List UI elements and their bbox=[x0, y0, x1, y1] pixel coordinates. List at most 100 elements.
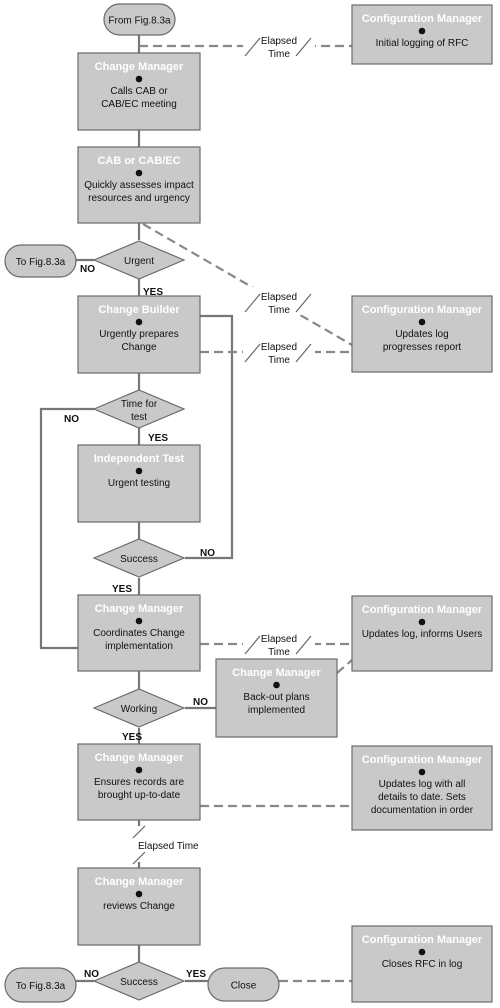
elapsed-time-marker: Elapsed Time bbox=[132, 825, 199, 865]
no-branch-label: NO bbox=[64, 414, 79, 425]
process-indtest: Independent Test Urgent testing bbox=[77, 444, 201, 523]
elapsed-time-marker: Elapsed Time bbox=[243, 31, 315, 60]
bullet-icon bbox=[135, 75, 143, 83]
bullet-icon bbox=[418, 27, 426, 35]
decision-success2: Success bbox=[92, 961, 186, 1001]
bullet-icon bbox=[418, 618, 426, 626]
box-title: Change Manager bbox=[95, 61, 184, 73]
box-text: Back-out plans bbox=[243, 692, 309, 703]
process-builder: Change Builder Urgently prepares Change bbox=[77, 295, 201, 374]
decision-text: Working bbox=[121, 704, 158, 715]
box-text: progresses report bbox=[383, 342, 462, 353]
bullet-icon bbox=[135, 169, 143, 177]
bullet-icon bbox=[418, 768, 426, 776]
box-title: Change Manager bbox=[95, 876, 184, 888]
box-text: reviews Change bbox=[103, 901, 175, 912]
decision-text: Success bbox=[120, 554, 158, 565]
yes-branch-label: YES bbox=[112, 584, 132, 595]
decision-text: Success bbox=[120, 977, 158, 988]
box-title: Change Manager bbox=[232, 667, 321, 679]
box-text: implementation bbox=[105, 641, 173, 652]
elapsed-label: Elapsed bbox=[261, 342, 297, 353]
association-dashed-line bbox=[336, 659, 353, 674]
change-process-flowchart: ElapsedTimeElapsedTimeElapsedTimeElapsed… bbox=[4, 3, 493, 1003]
bullet-icon bbox=[418, 318, 426, 326]
elapsed-label: Elapsed Time bbox=[138, 841, 199, 852]
box-title: Configuration Manager bbox=[362, 754, 483, 766]
box-title: Independent Test bbox=[94, 453, 185, 465]
yes-branch-label: YES bbox=[148, 433, 168, 444]
no-branch-label: NO bbox=[84, 969, 99, 980]
bullet-icon bbox=[135, 318, 143, 326]
configuration-manager-box: Configuration Manager Closes RFC in log bbox=[351, 925, 493, 1003]
elapsed-label: Elapsed bbox=[261, 36, 297, 47]
box-text: implemented bbox=[248, 705, 305, 716]
box-text: Quickly assesses impact bbox=[84, 180, 194, 191]
decision-text: Urgent bbox=[124, 256, 154, 267]
yes-branch-label: YES bbox=[122, 732, 142, 743]
process-backout: Change Manager Back-out plans implemented bbox=[215, 658, 338, 738]
bullet-icon bbox=[135, 890, 143, 898]
process-cm3: Change Manager Coordinates Change implemen… bbox=[77, 594, 201, 672]
box-title: Change Builder bbox=[98, 304, 180, 316]
no-branch-label: NO bbox=[193, 697, 208, 708]
bullet-icon bbox=[135, 766, 143, 774]
decision-working: Working bbox=[92, 688, 186, 728]
decision-text: test bbox=[131, 412, 147, 423]
terminator-tofig2: To Fig.8.3a bbox=[4, 967, 77, 1003]
box-text: Coordinates Change bbox=[93, 628, 185, 639]
process-cm1: Change Manager Calls CAB or CAB/EC meeting bbox=[77, 52, 201, 131]
box-title: Change Manager bbox=[95, 603, 184, 615]
elapsed-label: Time bbox=[268, 647, 290, 658]
terminator-close: Close bbox=[207, 967, 280, 1002]
box-title: Configuration Manager bbox=[362, 304, 483, 316]
bullet-icon bbox=[418, 948, 426, 956]
process-cm5: Change Manager reviews Change bbox=[77, 867, 201, 946]
decision-text: Time for bbox=[121, 399, 158, 410]
box-text: Urgently prepares bbox=[99, 329, 178, 340]
box-text: details to date. Sets bbox=[378, 792, 466, 803]
yes-branch-label: YES bbox=[186, 969, 206, 980]
box-title: Configuration Manager bbox=[362, 604, 483, 616]
decision-urgent: Urgent bbox=[92, 240, 186, 280]
terminator-start: From Fig.8.3a bbox=[103, 3, 176, 36]
elapsed-label: Time bbox=[268, 49, 290, 60]
box-text: Closes RFC in log bbox=[382, 959, 463, 970]
elapsed-label: Elapsed bbox=[261, 292, 297, 303]
box-title: Configuration Manager bbox=[362, 934, 483, 946]
elapsed-time-marker: Elapsed Time bbox=[243, 287, 315, 316]
terminator-text: Close bbox=[231, 981, 257, 992]
configuration-manager-box: Configuration Manager Updates log, inform… bbox=[351, 595, 493, 672]
box-title: Configuration Manager bbox=[362, 13, 483, 25]
box-text: Urgent testing bbox=[108, 478, 170, 489]
process-cm4: Change Manager Ensures records are brought… bbox=[77, 743, 201, 821]
box-text: Initial logging of RFC bbox=[376, 38, 469, 49]
elapsed-label: Time bbox=[268, 305, 290, 316]
terminator-text: To Fig.8.3a bbox=[16, 981, 66, 992]
no-branch-label: NO bbox=[80, 264, 95, 275]
elapsed-time-marker: Elapsed Time bbox=[243, 629, 315, 658]
bullet-icon bbox=[273, 681, 280, 689]
box-text: documentation in order bbox=[371, 805, 474, 816]
configuration-manager-box: Configuration Manager Updates log with al… bbox=[351, 745, 493, 831]
box-title: CAB or CAB/EC bbox=[97, 155, 180, 167]
box-text: Change bbox=[121, 342, 156, 353]
box-text: Calls CAB or bbox=[110, 86, 168, 97]
terminator-text: To Fig.8.3a bbox=[16, 257, 66, 268]
decision-success1: Success bbox=[92, 538, 186, 578]
box-text: CAB/EC meeting bbox=[101, 99, 177, 110]
box-text: brought up-to-date bbox=[98, 790, 181, 801]
no-branch-label: NO bbox=[200, 548, 215, 559]
elapsed-label: Time bbox=[268, 355, 290, 366]
box-text: Updates log with all bbox=[379, 779, 466, 790]
box-text: Ensures records are bbox=[94, 777, 184, 788]
terminator-tofig1: To Fig.8.3a bbox=[4, 244, 77, 278]
box-text: Updates log, informs Users bbox=[362, 629, 483, 640]
decision-timetest: Time for test bbox=[92, 389, 186, 429]
configuration-manager-box: Configuration Manager Initial logging of … bbox=[351, 4, 493, 65]
box-title: Change Manager bbox=[95, 752, 184, 764]
bullet-icon bbox=[135, 467, 143, 475]
elapsed-time-marker: Elapsed Time bbox=[243, 337, 315, 366]
elapsed-label: Elapsed bbox=[261, 634, 297, 645]
terminator-text: From Fig.8.3a bbox=[108, 16, 171, 27]
